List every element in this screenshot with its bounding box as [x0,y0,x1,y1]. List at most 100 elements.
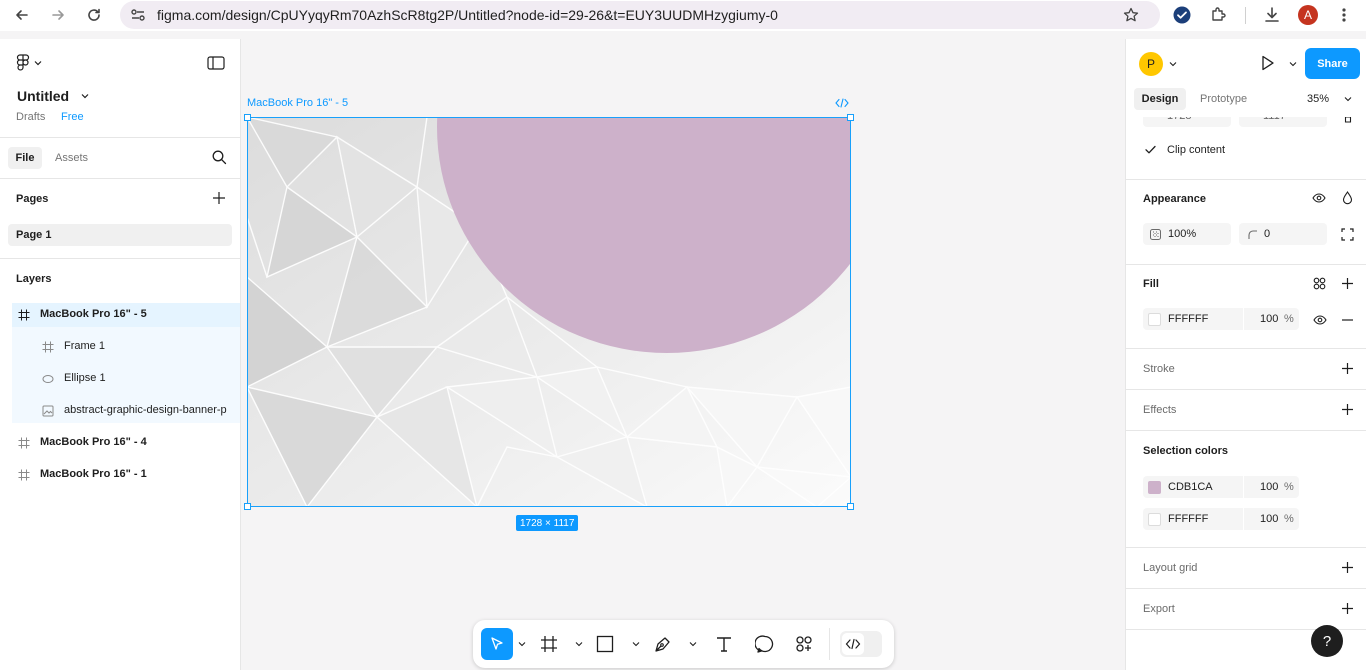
chevron-down-icon[interactable] [632,641,640,647]
add-layout-grid-button[interactable] [1341,561,1354,574]
back-button[interactable] [10,3,34,27]
expand-corners-icon [1341,228,1354,241]
user-avatar[interactable]: P [1139,52,1163,76]
file-location[interactable]: Drafts [16,111,45,123]
selection-colors-title: Selection colors [1143,445,1228,457]
resize-handle-bottom-left[interactable] [244,503,251,510]
plan-badge[interactable]: Free [61,111,84,123]
divider [1126,264,1366,265]
shape-tool-button[interactable] [595,634,615,654]
move-tool-button[interactable] [481,628,513,660]
chevron-down-icon[interactable] [689,641,697,647]
selection-color-row[interactable]: CDB1CA 100 % [1143,476,1299,498]
tab-assets[interactable]: Assets [55,152,88,164]
color-hex[interactable]: FFFFFF [1168,513,1208,525]
frame-label[interactable]: MacBook Pro 16" - 5 [247,97,348,109]
plus-icon [1342,603,1353,614]
add-fill-button[interactable] [1341,277,1354,290]
bookmark-star-icon[interactable] [1123,7,1139,23]
resize-handle-bottom-right[interactable] [847,503,854,510]
text-tool-button[interactable] [714,634,734,654]
field-divider [1243,308,1244,330]
constrain-proportions-icon[interactable] [1344,117,1352,125]
add-page-button[interactable] [212,191,226,205]
file-name[interactable]: Untitled [17,88,69,104]
add-stroke-button[interactable] [1341,362,1354,375]
dev-mode-toggle[interactable] [840,631,882,657]
clip-content-checkbox[interactable] [1144,143,1157,156]
height-input[interactable]: 1117 [1239,117,1327,127]
tab-design[interactable]: Design [1134,88,1186,110]
design-canvas[interactable]: MacBook Pro 16" - 5 1728 × 1117 [241,39,1125,670]
main-menu-button[interactable] [16,54,42,72]
browser-menu-button[interactable] [1332,3,1356,27]
help-button[interactable]: ? [1311,625,1343,657]
add-export-button[interactable] [1341,602,1354,615]
field-divider [1243,476,1244,498]
tab-file[interactable]: File [8,147,42,169]
actions-tool-button[interactable] [794,634,814,654]
minus-icon [1342,319,1353,321]
layer-row-macbook-4[interactable]: MacBook Pro 16" - 4 [12,431,240,455]
forward-button[interactable] [46,3,70,27]
zoom-level[interactable]: 35% [1307,93,1329,105]
fill-opacity[interactable]: 100 [1260,313,1278,325]
appearance-title: Appearance [1143,193,1206,205]
corner-radius-value: 0 [1264,228,1271,240]
extension-check-button[interactable] [1170,3,1194,27]
add-effect-button[interactable] [1341,403,1354,416]
layer-row-frame-1[interactable]: Frame 1 [12,335,240,359]
width-input[interactable]: 1728 [1143,117,1231,127]
chevron-down-icon[interactable] [1169,61,1177,67]
address-bar[interactable]: figma.com/design/CpUYyqyRm70AzhScR8tg2P/… [120,1,1160,29]
resize-handle-top-left[interactable] [244,114,251,121]
fill-row[interactable]: FFFFFF 100 % [1143,308,1299,330]
profile-avatar[interactable]: A [1298,5,1318,25]
independent-corners-button[interactable] [1341,228,1354,241]
present-button[interactable] [1261,55,1275,71]
dev-mode-frame-icon[interactable] [835,98,849,108]
color-opacity[interactable]: 100 [1260,481,1278,493]
share-button[interactable]: Share [1305,48,1360,79]
reload-button[interactable] [82,3,106,27]
chevron-down-icon[interactable] [1344,96,1352,102]
opacity-input[interactable]: 100% [1143,223,1231,245]
frame-icon [18,469,30,481]
comment-tool-button[interactable] [755,634,775,654]
toggle-visibility-button[interactable] [1312,193,1326,203]
resize-handle-top-right[interactable] [847,114,854,121]
layer-row-macbook-5[interactable]: MacBook Pro 16" - 5 [12,303,240,327]
color-opacity[interactable]: 100 [1260,513,1278,525]
tab-prototype[interactable]: Prototype [1200,93,1247,105]
site-info-icon[interactable] [130,8,146,22]
color-swatch[interactable] [1148,513,1161,526]
blend-mode-button[interactable] [1342,191,1353,205]
layer-label: Frame 1 [64,340,105,352]
chevron-down-icon[interactable] [1289,61,1297,67]
checkmark-icon [1145,145,1156,154]
effects-title: Effects [1143,404,1177,416]
remove-fill-button[interactable] [1341,319,1354,321]
color-hex[interactable]: CDB1CA [1168,481,1213,493]
file-name-chevron-icon[interactable] [81,93,89,99]
chevron-down-icon[interactable] [518,641,526,647]
fill-styles-button[interactable] [1313,277,1326,290]
downloads-button[interactable] [1260,3,1284,27]
corner-radius-input[interactable]: 0 [1239,223,1327,245]
layer-row-macbook-1[interactable]: MacBook Pro 16" - 1 [12,463,240,487]
selection-color-row[interactable]: FFFFFF 100 % [1143,508,1299,530]
pen-tool-button[interactable] [653,634,673,654]
layer-label: MacBook Pro 16" - 5 [40,308,147,320]
chevron-down-icon[interactable] [575,641,583,647]
fill-swatch[interactable] [1148,313,1161,326]
color-swatch[interactable] [1148,481,1161,494]
toggle-sidebar-button[interactable] [207,56,225,70]
frame-tool-button[interactable] [539,634,559,654]
fill-hex[interactable]: FFFFFF [1168,313,1208,325]
layer-row-abstract-image[interactable]: abstract-graphic-design-banner-p [12,399,240,423]
fill-visibility-button[interactable] [1313,315,1327,325]
page-item-page-1[interactable]: Page 1 [8,224,232,246]
search-layers-button[interactable] [212,150,227,165]
extensions-button[interactable] [1206,3,1230,27]
layer-row-ellipse-1[interactable]: Ellipse 1 [12,367,240,391]
